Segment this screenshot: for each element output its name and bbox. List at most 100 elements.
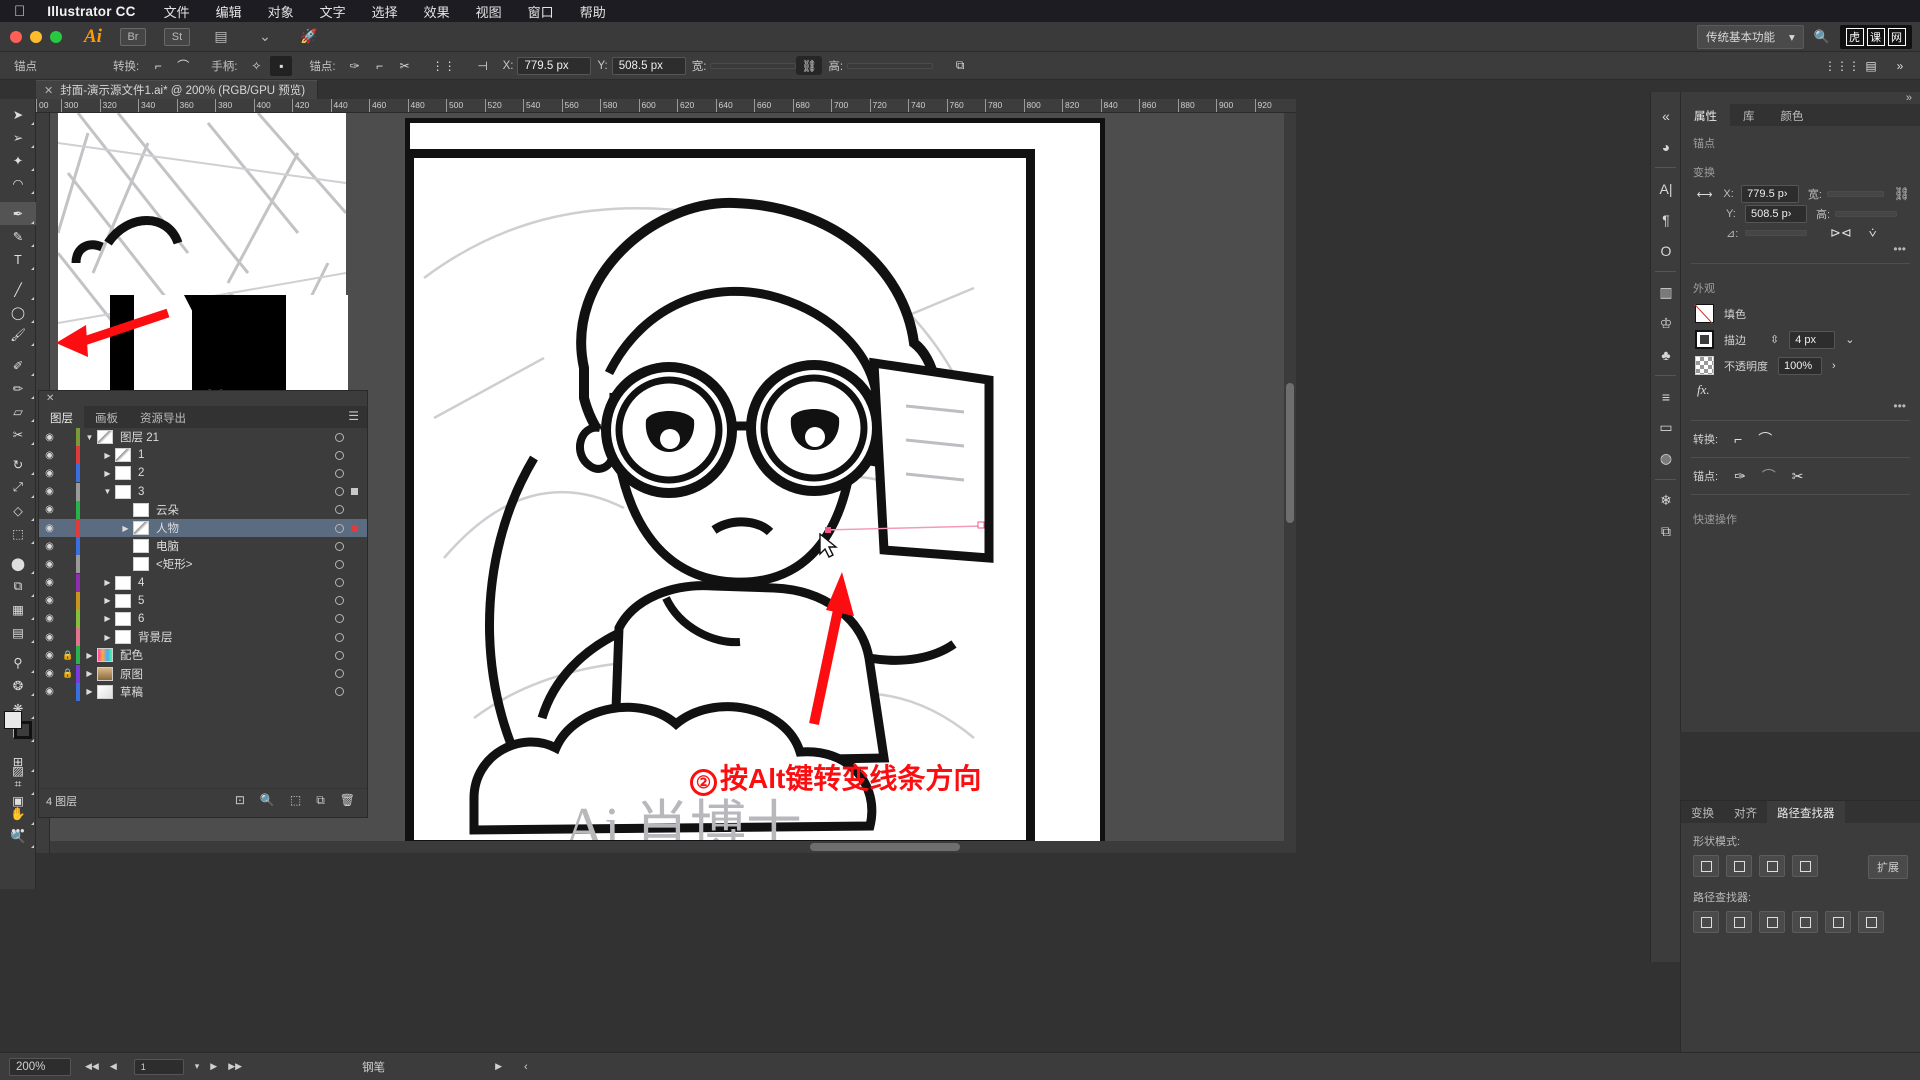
height-input[interactable] bbox=[1835, 211, 1897, 217]
target-indicator-icon[interactable] bbox=[335, 450, 344, 460]
shaper-tool[interactable]: ✐ bbox=[0, 354, 36, 377]
target-indicator-icon[interactable] bbox=[335, 559, 344, 569]
last-artboard-icon[interactable]: ▶▶ bbox=[228, 1061, 242, 1072]
layer-row[interactable]: ◉ ▶ 5 bbox=[39, 591, 367, 610]
layer-row[interactable]: ◉ ▶ 6 bbox=[39, 609, 367, 628]
outline-icon[interactable] bbox=[1825, 911, 1851, 933]
layer-row[interactable]: ◉ ▶ 背景层 bbox=[39, 628, 367, 647]
layer-name[interactable]: 云朵 bbox=[156, 502, 335, 518]
appearance-panel-icon[interactable]: ❄ bbox=[1651, 485, 1681, 516]
fill-stroke-swatch[interactable] bbox=[4, 711, 32, 739]
layer-row[interactable]: ◉ ▼ 3 bbox=[39, 482, 367, 501]
artboards-panel-icon[interactable]: ⧉ bbox=[1651, 516, 1681, 547]
layer-row[interactable]: ◉ 电脑 bbox=[39, 537, 367, 556]
close-window-button[interactable] bbox=[10, 30, 22, 43]
scrollbar-thumb[interactable] bbox=[1286, 383, 1294, 523]
target-indicator-icon[interactable] bbox=[335, 505, 344, 515]
align-icon[interactable]: ⧉ bbox=[949, 56, 971, 76]
eye-visibility-icon[interactable]: ◉ bbox=[39, 486, 60, 497]
blend-tool[interactable]: ❂ bbox=[0, 674, 36, 697]
eye-visibility-icon[interactable]: ◉ bbox=[39, 650, 60, 661]
collapse-panels-icon[interactable]: « bbox=[1651, 100, 1681, 131]
layer-name[interactable]: 图层 21 bbox=[120, 429, 335, 445]
angle-input[interactable] bbox=[1745, 230, 1807, 236]
chevron-right-icon[interactable]: ▶ bbox=[100, 469, 115, 478]
convert-to-corner-icon[interactable]: ⌐ bbox=[1734, 431, 1742, 447]
transparency-panel-icon[interactable]: ◍ bbox=[1651, 443, 1681, 474]
width-input[interactable] bbox=[1826, 191, 1885, 197]
crop-icon[interactable] bbox=[1792, 911, 1818, 933]
layer-row[interactable]: ◉ ▼ 图层 21 bbox=[39, 428, 367, 447]
merge-icon[interactable] bbox=[1759, 911, 1785, 933]
previous-icon[interactable]: ‹ bbox=[524, 1061, 528, 1073]
eye-visibility-icon[interactable]: ◉ bbox=[39, 668, 60, 679]
convert-to-smooth-icon[interactable]: ⌒ bbox=[172, 56, 194, 76]
connect-anchors-icon[interactable]: ⌒ bbox=[1762, 466, 1776, 486]
eraser-tool[interactable]: ▱ bbox=[0, 400, 36, 423]
target-indicator-icon[interactable] bbox=[335, 614, 344, 624]
stock-icon[interactable]: St bbox=[163, 27, 190, 46]
scissors-tool[interactable]: ✂ bbox=[0, 423, 36, 446]
bridge-icon[interactable]: Br bbox=[119, 27, 146, 46]
canvas-vertical-scrollbar[interactable] bbox=[1284, 113, 1296, 853]
magic-wand-tool[interactable]: ✦ bbox=[0, 149, 36, 172]
create-sublayer-icon[interactable]: ⬚ bbox=[290, 793, 301, 808]
selection-tool[interactable]: ➤ bbox=[0, 103, 36, 126]
perspective-grid-tool[interactable]: ⧉ bbox=[0, 575, 36, 598]
canvas-horizontal-scrollbar[interactable] bbox=[50, 841, 1296, 853]
opacity-input[interactable]: 100% bbox=[1778, 356, 1822, 375]
y-input[interactable]: 508.5 p› bbox=[1745, 205, 1807, 223]
stroke-color-swatch[interactable] bbox=[1695, 330, 1714, 349]
flip-vertical-icon[interactable]: ⩒ bbox=[1869, 225, 1877, 241]
intersect-icon[interactable] bbox=[1759, 855, 1785, 877]
target-indicator-icon[interactable] bbox=[335, 687, 344, 697]
layer-name[interactable]: 原图 bbox=[120, 666, 335, 682]
symbols-panel-icon[interactable]: ♣ bbox=[1651, 339, 1681, 370]
tab-asset-export[interactable]: 资源导出 bbox=[129, 406, 197, 428]
chevron-down-icon[interactable]: ▼ bbox=[100, 487, 115, 496]
tab-artboards[interactable]: 画板 bbox=[84, 406, 129, 428]
tab-properties[interactable]: 属性 bbox=[1681, 104, 1730, 126]
target-indicator-icon[interactable] bbox=[335, 632, 344, 642]
eye-visibility-icon[interactable]: ◉ bbox=[39, 632, 60, 643]
edit-toolbar-icon[interactable]: ••• bbox=[0, 819, 36, 842]
show-handles-icon[interactable]: ✧ bbox=[245, 56, 267, 76]
layer-row[interactable]: ◉ 🔒 ▶ 原图 bbox=[39, 664, 367, 683]
layer-name[interactable]: 电脑 bbox=[156, 538, 335, 554]
unite-icon[interactable] bbox=[1693, 855, 1719, 877]
curvature-tool[interactable]: ✎ bbox=[0, 225, 36, 248]
panel-close-icon[interactable]: ✕ bbox=[39, 391, 367, 406]
remove-anchor-icon[interactable]: ✑ bbox=[1734, 468, 1746, 485]
previous-artboard-icon[interactable]: ◀ bbox=[110, 1061, 117, 1072]
chevron-right-icon[interactable]: ▶ bbox=[118, 524, 133, 533]
eye-visibility-icon[interactable]: ◉ bbox=[39, 577, 60, 588]
make-clipping-mask-icon[interactable]: 🔍 bbox=[260, 793, 275, 808]
gradient-tool[interactable]: ▤ bbox=[0, 621, 36, 644]
eyedropper-tool[interactable]: ⚲ bbox=[0, 651, 36, 674]
constrain-proportions-icon[interactable]: ⛓ bbox=[1893, 186, 1910, 202]
horizontal-ruler[interactable]: 00 300 320 340 360 380 400 420 440 460 480 500 520 5… bbox=[36, 99, 1296, 113]
expand-panels-icon[interactable]: » bbox=[1681, 92, 1920, 104]
document-setup-icon[interactable]: ▤ bbox=[1860, 56, 1882, 76]
link-icon[interactable]: ⛓ bbox=[796, 56, 823, 75]
tab-transform[interactable]: 变换 bbox=[1681, 801, 1724, 823]
menu-item-file[interactable]: 文件 bbox=[164, 2, 190, 21]
layer-name[interactable]: 2 bbox=[138, 467, 335, 479]
layer-name[interactable]: 1 bbox=[138, 449, 335, 461]
layer-list[interactable]: ◉ ▼ 图层 21 ◉ ▶ 1 ◉ ▶ 2 ◉ ▼ 3 ◉ 云朵 ◉ ▶ 人物 ◉ 电脑 ◉ <矩形> ◉ ▶ 4 ◉ ▶ 5 ◉ ▶ 6… bbox=[39, 428, 367, 788]
stroke-stepper-icon[interactable]: ⇳ bbox=[1770, 333, 1779, 346]
layer-row[interactable]: ◉ ▶ 2 bbox=[39, 464, 367, 483]
target-indicator-icon[interactable] bbox=[335, 596, 344, 606]
tab-pathfinder[interactable]: 路径查找器 bbox=[1767, 801, 1845, 823]
menu-item-select[interactable]: 选择 bbox=[372, 2, 398, 21]
menu-item-help[interactable]: 帮助 bbox=[580, 2, 606, 21]
close-icon[interactable]: ✕ bbox=[44, 84, 53, 97]
layer-name[interactable]: 3 bbox=[138, 486, 335, 498]
chevron-right-icon[interactable]: ▶ bbox=[100, 578, 115, 587]
eye-visibility-icon[interactable]: ◉ bbox=[39, 613, 60, 624]
layer-row[interactable]: ◉ 云朵 bbox=[39, 500, 367, 519]
zoom-level-input[interactable]: 200% bbox=[9, 1057, 71, 1076]
target-indicator-icon[interactable] bbox=[335, 650, 344, 660]
layer-row[interactable]: ◉ ▶ 人物 bbox=[39, 518, 367, 538]
opacity-swatch[interactable] bbox=[1695, 356, 1714, 375]
